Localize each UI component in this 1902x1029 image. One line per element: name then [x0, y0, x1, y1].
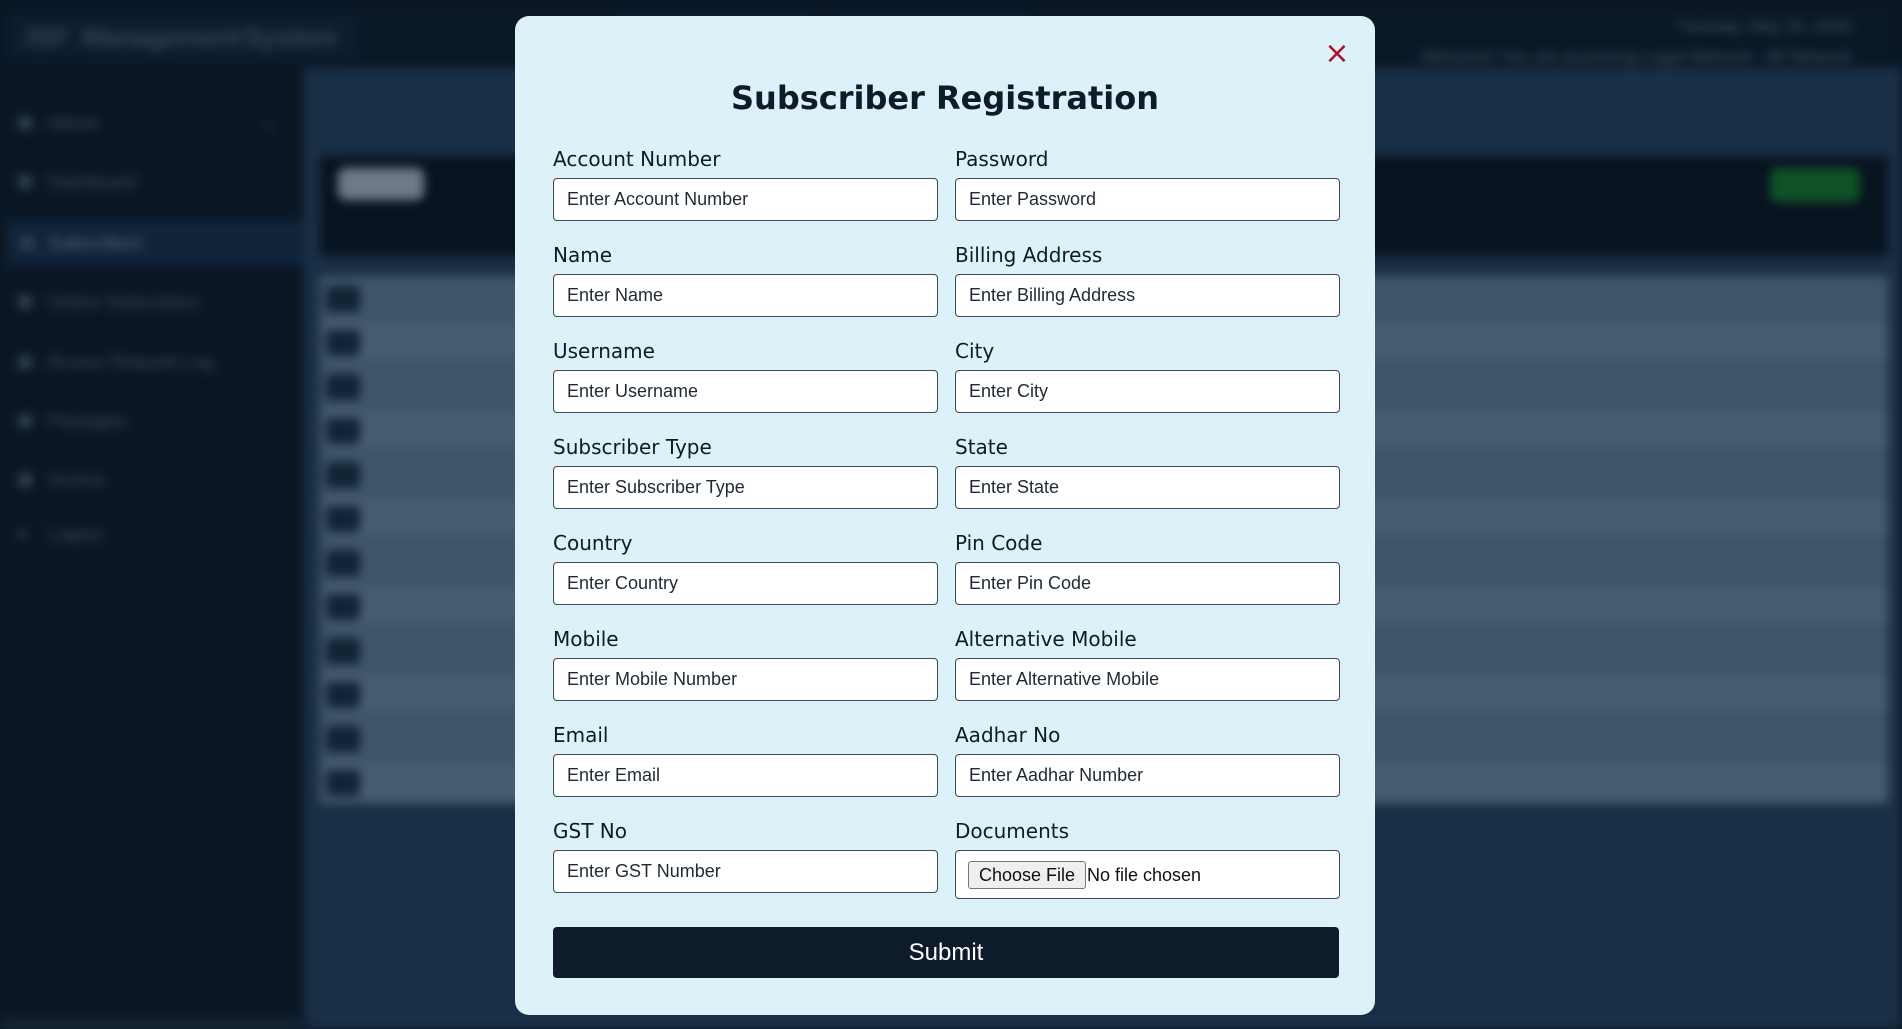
- documents-file-input[interactable]: Choose File No file chosen: [955, 850, 1340, 899]
- close-icon[interactable]: ×: [1321, 38, 1353, 70]
- gst-no-input[interactable]: [553, 850, 938, 893]
- state-input[interactable]: [955, 466, 1340, 509]
- email-label: Email: [553, 723, 609, 747]
- billing-address-input[interactable]: [955, 274, 1340, 317]
- password-field: Password: [955, 146, 1340, 221]
- email-input[interactable]: [553, 754, 938, 797]
- billing-address-field: Billing Address: [955, 242, 1340, 317]
- subscriber-type-label: Subscriber Type: [553, 435, 712, 459]
- subscriber-type-input[interactable]: [553, 466, 938, 509]
- aadhar-no-input[interactable]: [955, 754, 1340, 797]
- aadhar-no-label: Aadhar No: [955, 723, 1061, 747]
- choose-file-button[interactable]: Choose File: [968, 861, 1087, 889]
- country-input[interactable]: [553, 562, 938, 605]
- mobile-input[interactable]: [553, 658, 938, 701]
- username-label: Username: [553, 339, 655, 363]
- city-input[interactable]: [955, 370, 1340, 413]
- account-number-label: Account Number: [553, 147, 721, 171]
- name-field: Name: [553, 242, 938, 317]
- subscriber-registration-modal: × Subscriber Registration Account Number…: [515, 16, 1375, 1015]
- name-input[interactable]: [553, 274, 938, 317]
- pin-code-label: Pin Code: [955, 531, 1043, 555]
- country-label: Country: [553, 531, 633, 555]
- country-field: Country: [553, 530, 938, 605]
- submit-button[interactable]: Submit: [553, 927, 1339, 978]
- alternative-mobile-input[interactable]: [955, 658, 1340, 701]
- email-field: Email: [553, 722, 938, 797]
- state-label: State: [955, 435, 1008, 459]
- password-label: Password: [955, 147, 1049, 171]
- city-field: City: [955, 338, 1340, 413]
- password-input[interactable]: [955, 178, 1340, 221]
- documents-label: Documents: [955, 819, 1070, 843]
- modal-title: Subscriber Registration: [731, 79, 1159, 117]
- pin-code-input[interactable]: [955, 562, 1340, 605]
- gst-no-field: GST No: [553, 818, 938, 893]
- state-field: State: [955, 434, 1340, 509]
- alternative-mobile-field: Alternative Mobile: [955, 626, 1340, 701]
- billing-address-label: Billing Address: [955, 243, 1103, 267]
- account-number-field: Account Number: [553, 146, 938, 221]
- aadhar-no-field: Aadhar No: [955, 722, 1340, 797]
- pin-code-field: Pin Code: [955, 530, 1340, 605]
- subscriber-type-field: Subscriber Type: [553, 434, 938, 509]
- username-input[interactable]: [553, 370, 938, 413]
- mobile-label: Mobile: [553, 627, 619, 651]
- mobile-field: Mobile: [553, 626, 938, 701]
- city-label: City: [955, 339, 995, 363]
- alternative-mobile-label: Alternative Mobile: [955, 627, 1137, 651]
- file-status-text: No file chosen: [1087, 865, 1202, 885]
- gst-no-label: GST No: [553, 819, 627, 843]
- username-field: Username: [553, 338, 938, 413]
- name-label: Name: [553, 243, 613, 267]
- documents-field: Documents Choose File No file chosen: [955, 818, 1340, 899]
- account-number-input[interactable]: [553, 178, 938, 221]
